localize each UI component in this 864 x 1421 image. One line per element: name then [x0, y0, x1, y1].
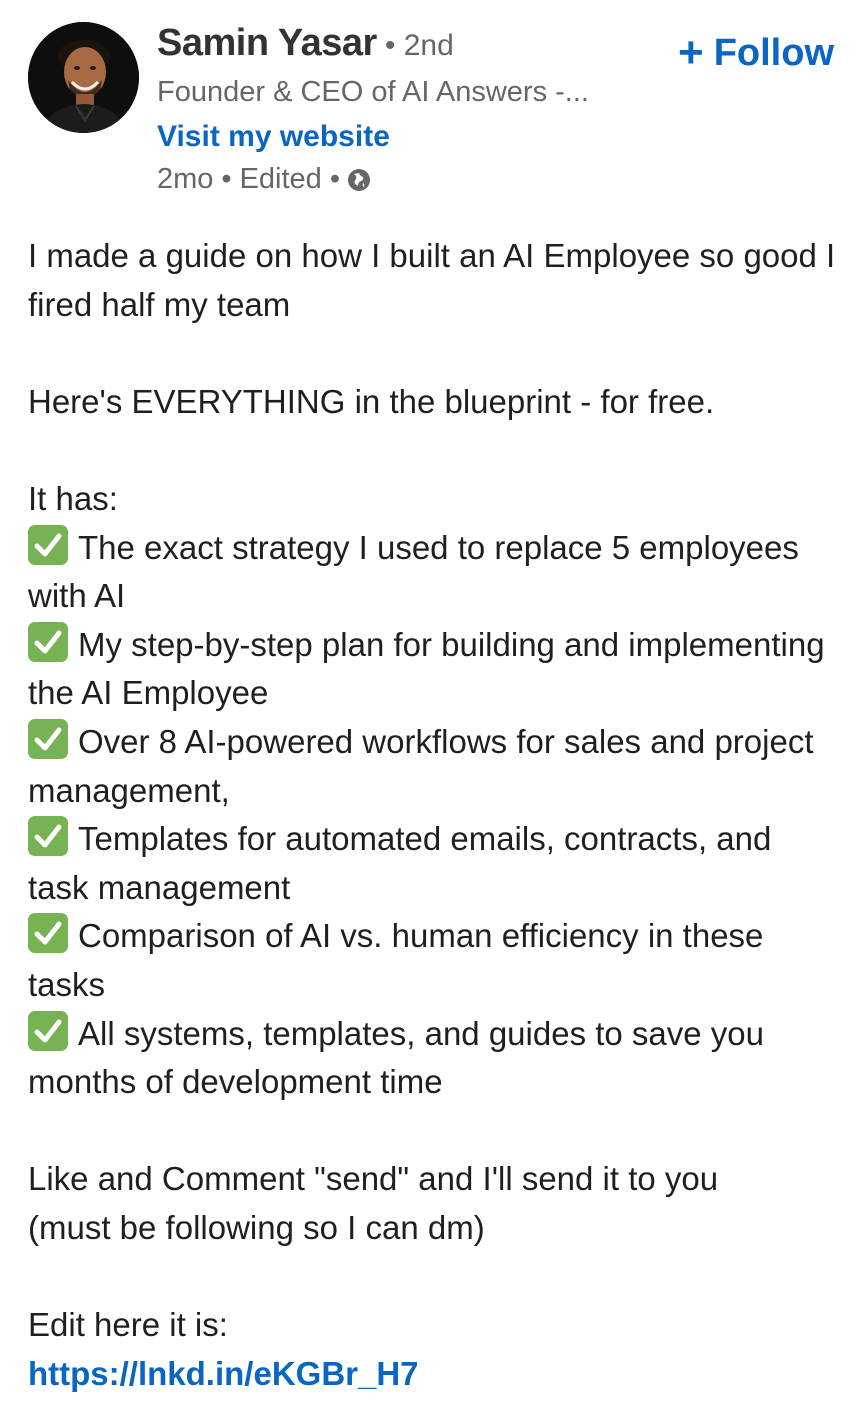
post-it-has: It has:	[28, 479, 118, 517]
plus-icon: +	[677, 28, 704, 77]
post-link-line: https://lnkd.in/eKGBr_H7	[28, 1350, 838, 1399]
checklist-item: All systems, templates, and guides to sa…	[28, 1010, 838, 1107]
checklist-item-text: My step-by-step plan for building and im…	[28, 625, 825, 712]
follow-label: Follow	[713, 31, 834, 74]
checklist-item: My step-by-step plan for building and im…	[28, 621, 838, 718]
checklist-item-text: The exact strategy I used to replace 5 e…	[28, 528, 799, 615]
checklist-item-text: Comparison of AI vs. human efficiency in…	[28, 917, 764, 1003]
post-meta: 2mo • Edited •	[157, 163, 372, 196]
checklist-item: Comparison of AI vs. human efficiency in…	[28, 912, 838, 1009]
post-body: I made a guide on how I built an AI Empl…	[28, 232, 838, 1398]
author-name-row: Samin Yasar • 2nd	[157, 22, 454, 72]
degree-label: 2nd	[403, 29, 454, 62]
globe-icon	[346, 167, 372, 193]
degree-separator: •	[384, 29, 396, 62]
post-header: Samin Yasar • 2nd Founder & CEO of AI An…	[0, 0, 864, 210]
check-mark-icon	[28, 1010, 68, 1051]
checklist-item: The exact strategy I used to replace 5 e…	[28, 524, 838, 621]
visit-website-link[interactable]: Visit my website	[157, 120, 390, 154]
meta-separator-1: •	[221, 163, 232, 195]
edited-label: Edited	[239, 163, 322, 195]
post-intro: I made a guide on how I built an AI Empl…	[28, 237, 836, 323]
post-link[interactable]: https://lnkd.in/eKGBr_H7	[28, 1355, 419, 1392]
connection-degree: • 2nd	[385, 29, 454, 63]
checklist-item: Templates for automated emails, contract…	[28, 815, 838, 912]
post-time: 2mo	[157, 163, 214, 195]
checklist-item: Over 8 AI-powered workflows for sales an…	[28, 718, 838, 815]
post-cta-line-1: Like and Comment "send" and I'll send it…	[28, 1160, 719, 1198]
check-mark-icon	[28, 718, 68, 759]
post-edit-note: Edit here it is:	[28, 1306, 228, 1344]
avatar[interactable]	[28, 22, 139, 133]
check-mark-icon	[28, 913, 68, 954]
check-mark-icon	[28, 816, 68, 857]
check-mark-icon	[28, 524, 68, 565]
follow-button[interactable]: + Follow	[678, 28, 834, 78]
checklist-item-text: Templates for automated emails, contract…	[28, 820, 772, 906]
author-headline[interactable]: Founder & CEO of AI Answers -...	[157, 76, 589, 109]
checklist-item-text: Over 8 AI-powered workflows for sales an…	[28, 722, 814, 809]
post-cta-line-2: (must be following so I can dm)	[28, 1208, 485, 1246]
check-mark-icon	[28, 621, 68, 662]
meta-separator-2: •	[329, 163, 340, 195]
checklist-item-text: All systems, templates, and guides to sa…	[28, 1014, 765, 1101]
author-name[interactable]: Samin Yasar	[157, 22, 377, 65]
post-everything: Here's EVERYTHING in the blueprint - for…	[28, 382, 715, 420]
